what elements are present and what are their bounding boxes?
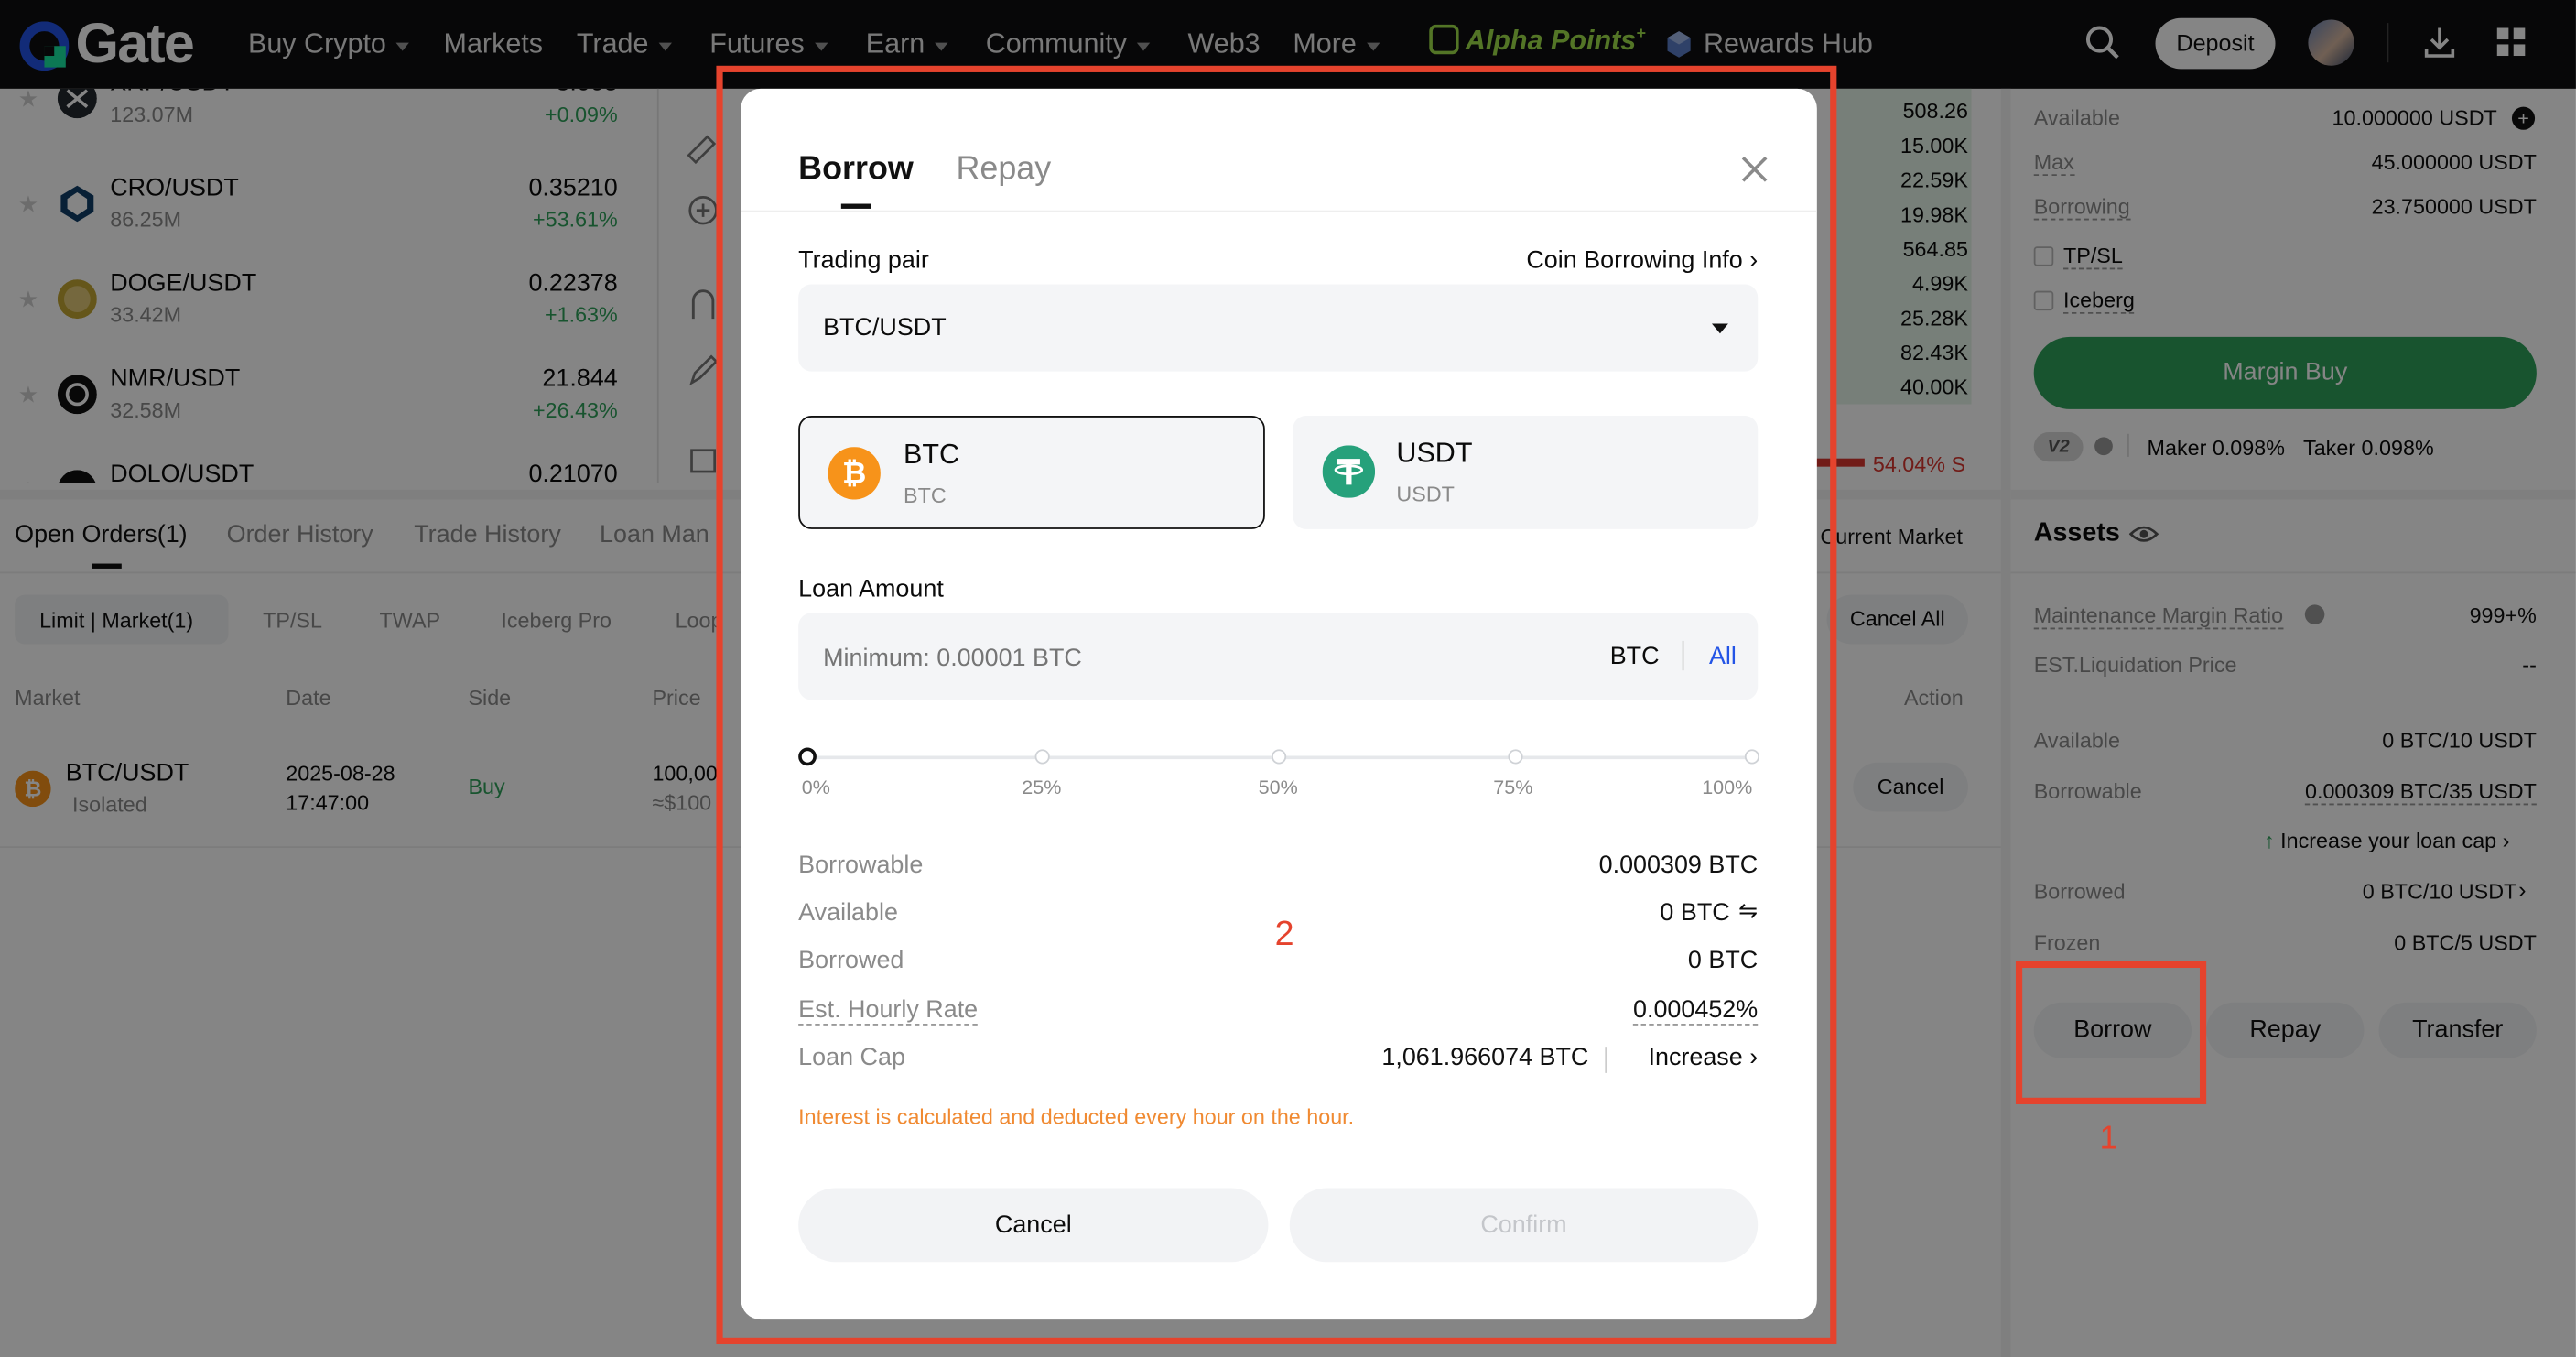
slider-label: 75% <box>1493 776 1533 799</box>
borrowable-label: Borrowable <box>798 851 924 880</box>
slider-tick[interactable] <box>1508 749 1523 765</box>
borrow-modal: Borrow Repay Trading pair Coin Borrowing… <box>741 88 1817 1320</box>
coin-name: USDT <box>1396 437 1473 469</box>
slider-label: 25% <box>1022 776 1062 799</box>
hourly-rate-value: 0.000452% <box>1633 995 1759 1026</box>
link-label: Increase <box>1648 1043 1743 1072</box>
close-icon[interactable] <box>1741 156 1768 182</box>
slider-label: 50% <box>1258 776 1298 799</box>
modal-cancel-button[interactable]: Cancel <box>798 1188 1269 1263</box>
slider-label: 100% <box>1702 776 1753 799</box>
divider <box>1605 1047 1607 1073</box>
coin-option-btc[interactable]: ₿ BTC BTC <box>798 416 1265 529</box>
slider-tick[interactable] <box>1272 749 1287 765</box>
trading-pair-select[interactable]: BTC/USDT <box>798 284 1759 372</box>
divider <box>741 210 1817 212</box>
divider <box>1682 640 1684 671</box>
available-label: Available <box>798 898 898 928</box>
tab-indicator <box>840 203 871 209</box>
all-button[interactable]: All <box>1709 643 1737 671</box>
loan-unit: BTC <box>1609 642 1660 671</box>
modal-confirm-button[interactable]: Confirm <box>1289 1188 1759 1263</box>
coin-borrowing-info-link[interactable]: Coin Borrowing Info › <box>1526 246 1758 275</box>
coin-name: BTC <box>904 439 960 471</box>
usdt-coin-icon <box>1322 445 1376 498</box>
loan-amount-field: BTC All <box>798 613 1759 700</box>
slider-tick[interactable] <box>1744 749 1760 765</box>
slider-handle[interactable] <box>798 747 817 766</box>
hourly-rate-label: Est. Hourly Rate <box>798 995 979 1026</box>
loan-cap-label: Loan Cap <box>798 1043 905 1072</box>
tab-borrow[interactable]: Borrow <box>798 151 914 189</box>
annotation-label-1: 1 <box>2099 1120 2118 1157</box>
coin-option-usdt[interactable]: USDT USDT <box>1293 416 1759 529</box>
interest-note: Interest is calculated and deducted ever… <box>798 1103 1355 1129</box>
available-value: 0 BTC <box>1660 898 1730 928</box>
transfer-icon[interactable]: ⇋ <box>1738 897 1758 926</box>
coin-sub: BTC <box>904 483 947 508</box>
chevron-right-icon: › <box>1749 246 1759 275</box>
slider-tick[interactable] <box>1034 749 1050 765</box>
trading-pair-value: BTC/USDT <box>823 313 947 342</box>
annotation-label-2: 2 <box>1274 915 1294 953</box>
borrowable-value: 0.000309 BTC <box>1598 851 1759 880</box>
tab-repay[interactable]: Repay <box>956 151 1051 189</box>
coin-sub: USDT <box>1396 481 1455 506</box>
svg-text:₿: ₿ <box>842 457 866 490</box>
trading-pair-label: Trading pair <box>798 246 929 275</box>
annotation-box-borrow <box>2015 961 2207 1104</box>
app-root: Gate Buy Crypto Markets Trade Futures Ea… <box>0 0 2576 1357</box>
loan-amount-input[interactable] <box>823 635 1546 679</box>
btc-coin-icon: ₿ <box>828 447 881 500</box>
borrowed-value: 0 BTC <box>1687 946 1759 975</box>
loan-amount-label: Loan Amount <box>798 575 944 603</box>
increase-cap-link[interactable]: Increase › <box>1648 1044 1758 1072</box>
chevron-right-icon: › <box>1749 1043 1759 1072</box>
chevron-down-icon <box>1711 323 1728 334</box>
slider-label: 0% <box>801 776 830 799</box>
link-label: Coin Borrowing Info <box>1526 246 1743 275</box>
loan-cap-value: 1,061.966074 BTC <box>1381 1043 1589 1072</box>
borrowed-label: Borrowed <box>798 946 904 975</box>
